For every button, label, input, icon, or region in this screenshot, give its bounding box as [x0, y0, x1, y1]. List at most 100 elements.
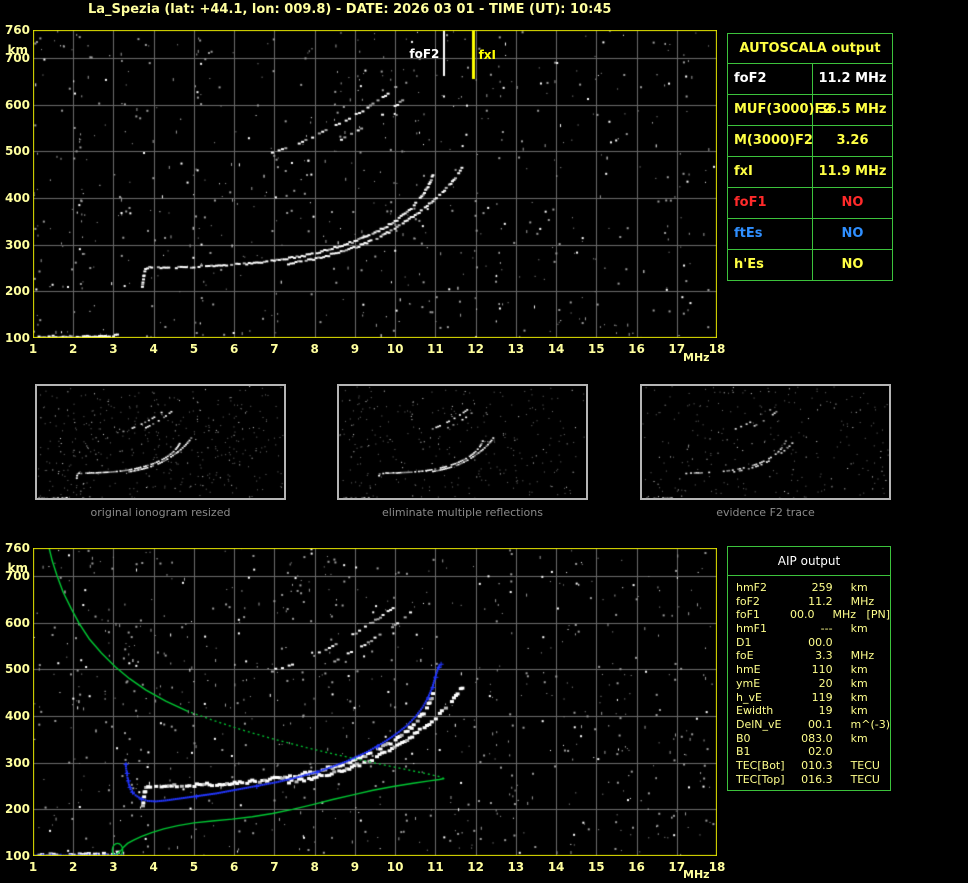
autoscala-row-foF1: foF1 NO: [728, 188, 892, 219]
y-tick-label: 600: [4, 615, 30, 630]
autoscala-param-label: foF1: [728, 188, 813, 218]
aip-row-B1: B1 02.0: [736, 745, 890, 759]
aip-param-name: foF1: [736, 608, 760, 622]
aip-row-B0: B0 083.0 km: [736, 732, 890, 746]
thumbnail-eliminate-reflections: [337, 384, 588, 500]
autoscala-row-foF2: foF2 11.2 MHz: [728, 64, 892, 95]
y-tick-label: 200: [4, 284, 30, 299]
autoscala-param-label: fxI: [728, 157, 813, 187]
autoscala-param-label: ftEs: [728, 219, 813, 249]
aip-param-unit: [851, 636, 890, 650]
autoscala-param-value: 36.5 MHz: [818, 102, 887, 117]
autoscala-param-value: NO: [841, 195, 864, 210]
aip-param-value: 00.1: [808, 717, 833, 731]
x-tick-label: 3: [109, 860, 118, 874]
aip-param-unit: MHz: [850, 594, 875, 608]
aip-param-name: B0: [736, 731, 751, 745]
x-tick-label: 5: [189, 860, 199, 874]
aip-param-unit: km: [850, 690, 868, 704]
x-tick-label: 6: [229, 342, 239, 356]
x-tick-label: 11: [426, 860, 444, 874]
y-tick-label: 400: [4, 191, 30, 205]
top-plot-x-unit-label: MHz: [683, 351, 710, 364]
aip-param-value: ---: [820, 622, 833, 636]
top-ionogram-plot: [33, 30, 717, 338]
aip-row-hmE: hmE 110 km: [736, 663, 890, 677]
autoscala-output-table: AUTOSCALA output foF2 11.2 MHz MUF(3000)F2…: [727, 33, 893, 281]
aip-param-unit: km: [850, 731, 868, 745]
aip-param-name: ymE: [736, 676, 761, 690]
aip-param-name: D1: [736, 635, 752, 649]
aip-row-h_vE: h_vE 119 km: [736, 691, 890, 705]
y-tick-label: 500: [4, 662, 30, 677]
aip-param-unit: MHz: [832, 608, 857, 622]
aip-param-name: h_vE: [736, 690, 762, 704]
aip-param-unit: m^(-3): [850, 717, 890, 731]
x-tick-label: 15: [587, 342, 605, 356]
x-tick-label: 5: [189, 342, 199, 356]
aip-param-unit: km: [850, 663, 868, 677]
x-tick-label: 2: [69, 342, 78, 356]
x-tick-label: 14: [547, 860, 565, 874]
x-tick-label: 4: [149, 860, 158, 874]
x-tick-label: 7: [270, 342, 279, 356]
aip-param-value: 110: [811, 663, 833, 677]
autoscala-row-fxI: fxI 11.9 MHz: [728, 157, 892, 188]
y-tick-label: 200: [4, 802, 30, 817]
aip-row-D1: D1 00.0: [736, 636, 890, 650]
bottom-plot-y-unit-label: km: [7, 561, 28, 575]
page-title: La_Spezia (lat: +44.1, lon: 009.8) - DAT…: [88, 2, 612, 17]
aip-param-value: 119: [811, 690, 833, 704]
y-tick-label: 300: [4, 237, 30, 252]
autoscala-param-label: foF2: [728, 64, 813, 94]
aip-table-header: AIP output: [728, 547, 890, 576]
autoscala-app-window: La_Spezia (lat: +44.1, lon: 009.8) - DAT…: [0, 0, 968, 883]
x-tick-label: 7: [270, 860, 279, 874]
aip-param-name: hmF2: [736, 581, 768, 594]
autoscala-row-MUF(3000)F2: MUF(3000)F2 36.5 MHz: [728, 95, 892, 126]
aip-param-name: hmF1: [736, 622, 768, 636]
autoscala-param-label: MUF(3000)F2: [728, 95, 832, 125]
aip-param-name: B1: [736, 745, 751, 759]
aip-param-note: [PN]: [866, 608, 890, 622]
thumbnail-evidence-f2-trace: [640, 384, 891, 500]
aip-param-value: 11.2: [808, 594, 833, 608]
y-tick-label: 500: [4, 144, 30, 159]
thumbnail-caption-1: original ionogram resized: [90, 506, 231, 519]
aip-param-value: 016.3: [801, 772, 833, 786]
y-tick-label: 760: [4, 23, 30, 37]
aip-output-table: AIP output hmF2 259 km foF2 11.2 MHz foF1 00.0 M…: [727, 546, 891, 791]
x-tick-label: 1: [28, 342, 38, 356]
aip-param-value: 02.0: [808, 745, 833, 759]
autoscala-param-label: M(3000)F2: [728, 126, 813, 156]
x-tick-label: 16: [628, 860, 645, 874]
x-tick-label: 10: [386, 342, 404, 356]
autoscala-row-h'Es: h'Es NO: [728, 250, 892, 280]
thumbnail-original-ionogram: [35, 384, 286, 500]
aip-param-name: TEC[Top]: [736, 772, 785, 786]
top-plot-y-unit-label: km: [7, 43, 28, 57]
aip-param-name: TEC[Bot]: [736, 758, 785, 772]
x-tick-label: 13: [507, 342, 525, 356]
aip-row-foF1: foF1 00.0 MHz [PN]: [736, 608, 890, 622]
x-tick-label: 2: [69, 860, 78, 874]
aip-param-unit: [851, 745, 890, 759]
x-tick-label: 3: [109, 342, 118, 356]
x-tick-label: 14: [547, 342, 565, 356]
aip-row-TEC[Bot]: TEC[Bot] 010.3 TECU: [736, 759, 890, 773]
aip-param-value: 083.0: [801, 731, 833, 745]
autoscala-param-value: 11.9 MHz: [818, 164, 887, 179]
x-tick-label: 16: [628, 342, 645, 356]
aip-row-hmF2: hmF2 259 km: [736, 581, 890, 595]
y-tick-label: 400: [4, 709, 30, 723]
autoscala-param-value: NO: [841, 226, 864, 241]
y-tick-label: 300: [4, 755, 30, 770]
aip-param-name: foF2: [736, 594, 760, 608]
aip-param-unit: km: [850, 581, 868, 594]
y-tick-label: 760: [4, 541, 30, 555]
aip-row-foF2: foF2 11.2 MHz: [736, 595, 890, 609]
autoscala-param-value: NO: [841, 257, 864, 272]
aip-param-unit: TECU: [850, 772, 880, 786]
x-tick-label: 15: [587, 860, 605, 874]
x-tick-label: 9: [350, 342, 360, 356]
